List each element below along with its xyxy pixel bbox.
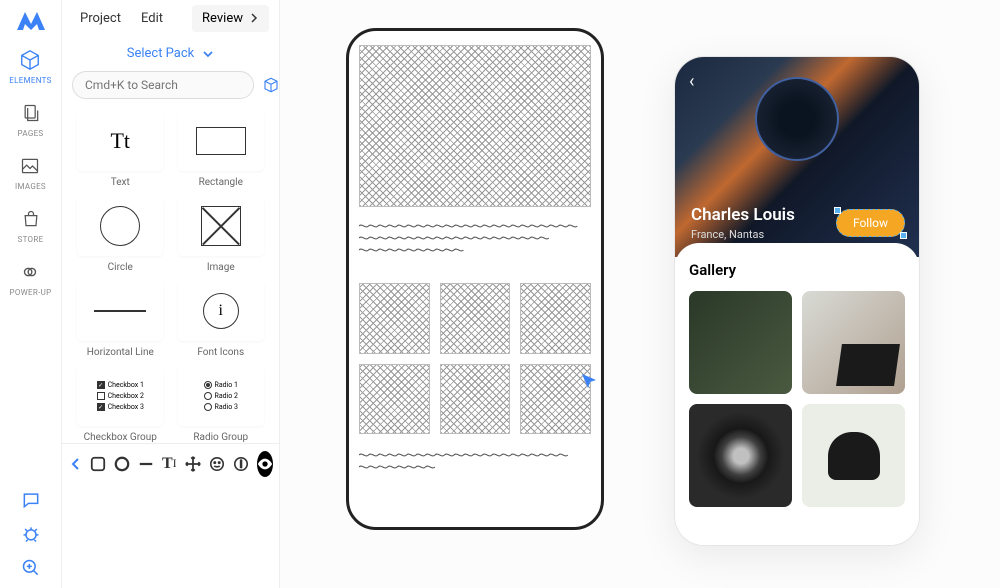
rail-powerup[interactable]: POWER-UP [10, 260, 52, 297]
search-input[interactable] [72, 71, 254, 99]
wireframe-preview[interactable] [346, 28, 604, 530]
back-button[interactable]: ‹ [689, 71, 905, 92]
cube-outline-icon[interactable] [262, 76, 280, 94]
chevron-right-icon [249, 13, 259, 23]
text-tool-icon[interactable]: TI [162, 455, 177, 473]
square-tool-icon[interactable] [90, 455, 106, 473]
move-tool-icon[interactable] [185, 455, 201, 473]
line-tool-icon[interactable] [138, 455, 154, 473]
canvas[interactable]: ‹ Charles Louis France, Nantas Follow Ga… [280, 0, 1000, 588]
rail-images[interactable]: IMAGES [15, 154, 46, 191]
circle-tool-icon[interactable] [114, 455, 130, 473]
profile-name: Charles Louis [691, 205, 795, 225]
rail-store[interactable]: STORE [18, 207, 44, 244]
elements-panel: Project Edit Review Select Pack TtText R… [62, 0, 280, 588]
select-pack[interactable]: Select Pack [62, 36, 279, 71]
gallery-grid [689, 291, 905, 507]
back-icon[interactable] [70, 455, 82, 473]
menu-project[interactable]: Project [72, 7, 129, 30]
rail-elements[interactable]: ELEMENTS [9, 48, 51, 85]
element-hline[interactable]: Horizontal Line [74, 281, 167, 358]
toolbar: TI i [62, 443, 279, 483]
app-logo [17, 12, 45, 30]
emoji-tool-icon[interactable] [209, 455, 225, 473]
wireframe-text [359, 221, 591, 269]
element-circle[interactable]: Circle [74, 196, 167, 273]
left-rail: ELEMENTS PAGES IMAGES STORE POWER-UP [0, 0, 62, 588]
profile-location: France, Nantas [691, 228, 764, 241]
element-radio-group[interactable]: Radio 1Radio 2Radio 3Radio Group [175, 366, 268, 443]
element-image[interactable]: Image [175, 196, 268, 273]
element-text[interactable]: TtText [74, 111, 167, 188]
chat-icon[interactable] [21, 490, 41, 510]
element-checkbox-group[interactable]: ✓Checkbox 1Checkbox 2✓Checkbox 3Checkbox… [74, 366, 167, 443]
gallery-item[interactable] [802, 291, 905, 394]
cursor-icon [581, 373, 597, 389]
element-fonticons[interactable]: iFont Icons [175, 281, 268, 358]
gallery-item[interactable] [689, 404, 792, 507]
bug-icon[interactable] [21, 524, 41, 544]
review-button[interactable]: Review [192, 5, 269, 32]
follow-button[interactable]: Follow [836, 209, 905, 237]
infinity-icon [18, 260, 42, 284]
profile-hero: ‹ Charles Louis France, Nantas Follow [675, 57, 919, 257]
gallery-item[interactable] [802, 404, 905, 507]
element-rectangle[interactable]: Rectangle [175, 111, 268, 188]
chevron-down-icon [202, 48, 214, 60]
icon-tool-icon[interactable]: i [233, 455, 249, 473]
pages-icon [19, 101, 43, 125]
cube-icon [18, 48, 42, 72]
zoom-icon[interactable] [21, 558, 41, 578]
bag-icon [19, 207, 43, 231]
gallery-item[interactable] [689, 291, 792, 394]
gallery-title: Gallery [689, 261, 905, 279]
svg-text:i: i [239, 459, 241, 470]
menu-edit[interactable]: Edit [133, 7, 171, 30]
preview-icon[interactable] [257, 451, 273, 477]
design-preview[interactable]: ‹ Charles Louis France, Nantas Follow Ga… [674, 56, 920, 546]
wireframe-grid [359, 283, 591, 434]
image-icon [18, 154, 42, 178]
wireframe-image [359, 45, 591, 207]
rail-pages[interactable]: PAGES [18, 101, 44, 138]
